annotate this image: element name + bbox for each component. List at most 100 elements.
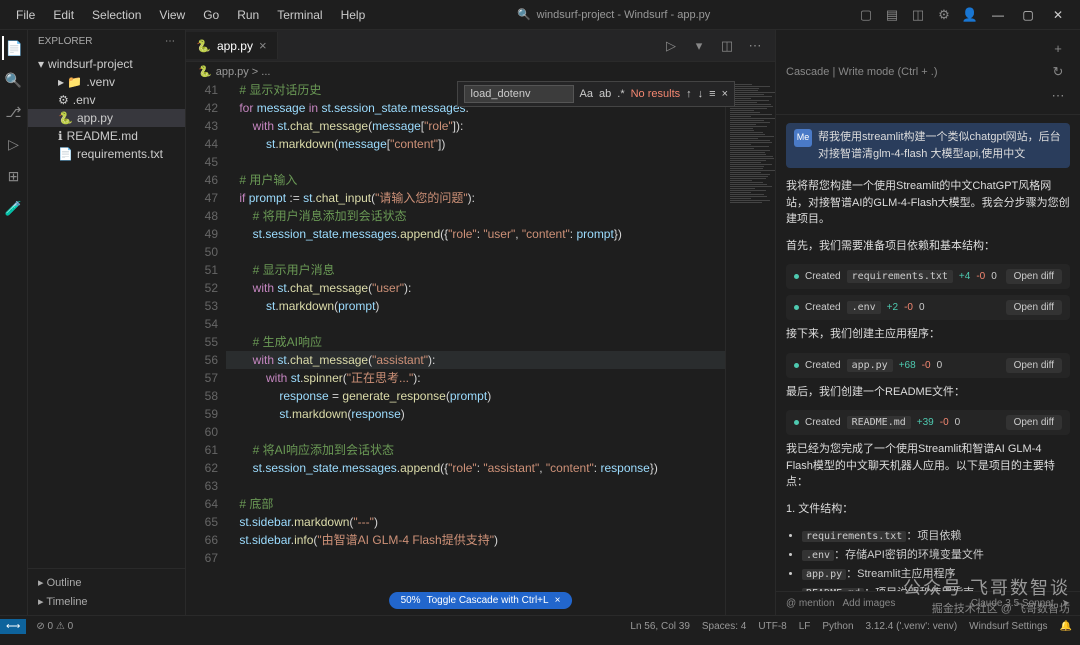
breadcrumb[interactable]: 🐍 app.py > ... [186, 62, 775, 81]
remote-indicator[interactable]: ⟷ [0, 619, 26, 634]
split-icon[interactable]: ◫ [906, 3, 930, 27]
more-icon[interactable]: ⋯ [165, 36, 175, 47]
pill-close-icon[interactable]: × [555, 595, 561, 606]
case-icon[interactable]: Aa [580, 85, 593, 103]
test-icon[interactable]: 🧪 [2, 196, 26, 220]
user-avatar-icon: Me [794, 129, 812, 147]
find-results: No results [631, 85, 681, 103]
menu: FileEditSelectionViewGoRunTerminalHelp [8, 4, 373, 26]
encoding[interactable]: UTF-8 [758, 621, 786, 632]
mention-btn[interactable]: @ mention [786, 598, 835, 609]
word-icon[interactable]: ab [599, 85, 611, 103]
editor[interactable]: Aa ab .* No results ↑ ↓ ≡ × 414243444546… [186, 81, 775, 615]
search-act-icon[interactable]: 🔍 [2, 68, 26, 92]
close-button[interactable]: ✕ [1044, 3, 1072, 27]
tabs: 🐍 app.py × ▷ ▾ ◫ ⋯ [186, 30, 775, 62]
menu-run[interactable]: Run [229, 4, 267, 26]
user-message-text: 帮我使用streamlit构建一个类似chatgpt网站，后台对接智谱清glm-… [818, 129, 1062, 162]
menu-edit[interactable]: Edit [45, 4, 82, 26]
tab-close-icon[interactable]: × [259, 38, 267, 53]
source-control-icon[interactable]: ⎇ [2, 100, 26, 124]
language[interactable]: Python [822, 621, 853, 632]
title-center: 🔍 windsurf-project - Windsurf - app.py [373, 8, 854, 21]
find-in-selection-icon[interactable]: ≡ [709, 85, 715, 103]
windsurf-settings[interactable]: Windsurf Settings [969, 621, 1047, 632]
list-item: .env：存储API密钥的环境变量文件 [802, 546, 1070, 562]
gutter: 4142434445464748495051525354555657585960… [186, 81, 226, 615]
diff-row: Created .env +2 -0 0Open diff [786, 295, 1070, 320]
editor-area: 🐍 app.py × ▷ ▾ ◫ ⋯ 🐍 app.py > ... Aa ab … [186, 30, 775, 615]
panel-icon[interactable]: ▤ [880, 3, 904, 27]
user-message: Me 帮我使用streamlit构建一个类似chatgpt网站，后台对接智谱清g… [786, 123, 1070, 168]
activitybar: 📄 🔍 ⎇ ▷ ⊞ 🧪 [0, 30, 28, 615]
diff-row: Created README.md +39 -0 0Open diff [786, 410, 1070, 435]
cascade-more-icon[interactable]: ⋯ [1046, 84, 1070, 108]
cascade-history-icon[interactable]: ↻ [1046, 60, 1070, 84]
toggle-cascade-pill[interactable]: 50% Toggle Cascade with Ctrl+L × [389, 592, 573, 609]
file-requirements[interactable]: 📄 requirements.txt [28, 145, 185, 163]
statusbar: ⟷ ⊘ 0 ⚠ 0 Ln 56, Col 39 Spaces: 4 UTF-8 … [0, 615, 1080, 637]
cascade-panel: Cascade | Write mode (Ctrl + .) +↻⋯ Me 帮… [775, 30, 1080, 615]
notifications-icon[interactable]: 🔔 [1060, 621, 1072, 632]
code-content[interactable]: # 显示对话历史 for message in st.session_state… [226, 81, 725, 615]
ai-step3: 最后，我们创建一个README文件： [786, 384, 1070, 401]
tab-app[interactable]: 🐍 app.py × [186, 32, 278, 59]
menu-go[interactable]: Go [195, 4, 227, 26]
python-version[interactable]: 3.12.4 ('.venv': venv) [866, 621, 958, 632]
cascade-body[interactable]: Me 帮我使用streamlit构建一个类似chatgpt网站，后台对接智谱清g… [776, 115, 1080, 591]
outline-section[interactable]: ▸ Outline [28, 573, 185, 592]
file-readme[interactable]: ℹ README.md [28, 127, 185, 145]
find-bar: Aa ab .* No results ↑ ↓ ≡ × [457, 81, 735, 107]
sidebar: Explorer ⋯ ▾ windsurf-project ▸ 📁 .venv ⚙… [28, 30, 186, 615]
add-images-btn[interactable]: Add images [843, 598, 896, 609]
extensions-icon[interactable]: ⊞ [2, 164, 26, 188]
root-folder[interactable]: ▾ windsurf-project [28, 55, 185, 73]
run-dropdown-icon[interactable]: ▾ [687, 34, 711, 58]
next-match-icon[interactable]: ↓ [698, 85, 704, 103]
find-input[interactable] [464, 85, 574, 103]
ai-intro: 我将帮您构建一个使用Streamlit的中文ChatGPT风格网站，对接智谱AI… [786, 178, 1070, 228]
layout-icon[interactable]: ▢ [854, 3, 878, 27]
explorer-icon[interactable]: 📄 [2, 36, 26, 60]
regex-icon[interactable]: .* [617, 85, 624, 103]
explorer-title: Explorer [38, 36, 92, 47]
menu-help[interactable]: Help [333, 4, 374, 26]
menu-view[interactable]: View [151, 4, 193, 26]
search-icon[interactable]: 🔍 [517, 8, 531, 21]
prev-match-icon[interactable]: ↑ [686, 85, 692, 103]
settings-icon[interactable]: ⚙ [932, 3, 956, 27]
minimap[interactable] [725, 81, 775, 615]
menu-selection[interactable]: Selection [84, 4, 149, 26]
indentation[interactable]: Spaces: 4 [702, 621, 746, 632]
cursor-position[interactable]: Ln 56, Col 39 [630, 621, 690, 632]
open-diff-button[interactable]: Open diff [1006, 358, 1062, 373]
menu-file[interactable]: File [8, 4, 43, 26]
split-editor-icon[interactable]: ◫ [715, 34, 739, 58]
problems-indicator[interactable]: ⊘ 0 ⚠ 0 [36, 621, 73, 632]
cascade-new-icon[interactable]: + [1046, 36, 1070, 60]
ai-done: 我已经为您完成了一个使用Streamlit和智谱AI GLM-4 Flash模型… [786, 441, 1070, 491]
close-find-icon[interactable]: × [722, 85, 728, 103]
menu-terminal[interactable]: Terminal [269, 4, 330, 26]
file-env[interactable]: ⚙ .env [28, 91, 185, 109]
open-diff-button[interactable]: Open diff [1006, 300, 1062, 315]
maximize-button[interactable]: ▢ [1014, 3, 1042, 27]
folder-venv[interactable]: ▸ 📁 .venv [28, 73, 185, 91]
cascade-title: Cascade | Write mode (Ctrl + .) [786, 66, 938, 78]
open-diff-button[interactable]: Open diff [1006, 415, 1062, 430]
timeline-section[interactable]: ▸ Timeline [28, 592, 185, 611]
more-actions-icon[interactable]: ⋯ [743, 34, 767, 58]
open-diff-button[interactable]: Open diff [1006, 269, 1062, 284]
watermark: 公众号 飞哥数智谈 掘金技术社区 @ 飞哥数智坊 [903, 576, 1070, 617]
sec1-title: 1. 文件结构： [786, 501, 1070, 518]
eol[interactable]: LF [799, 621, 811, 632]
list-item: requirements.txt：项目依赖 [802, 527, 1070, 543]
debug-icon[interactable]: ▷ [2, 132, 26, 156]
ai-step1: 首先，我们需要准备项目依赖和基本结构： [786, 238, 1070, 255]
file-app[interactable]: 🐍 app.py [28, 109, 185, 127]
ai-step2: 接下来，我们创建主应用程序： [786, 326, 1070, 343]
minimize-button[interactable]: — [984, 3, 1012, 27]
run-icon[interactable]: ▷ [659, 34, 683, 58]
diff-row: Created app.py +68 -0 0Open diff [786, 353, 1070, 378]
account-icon[interactable]: 👤 [958, 3, 982, 27]
